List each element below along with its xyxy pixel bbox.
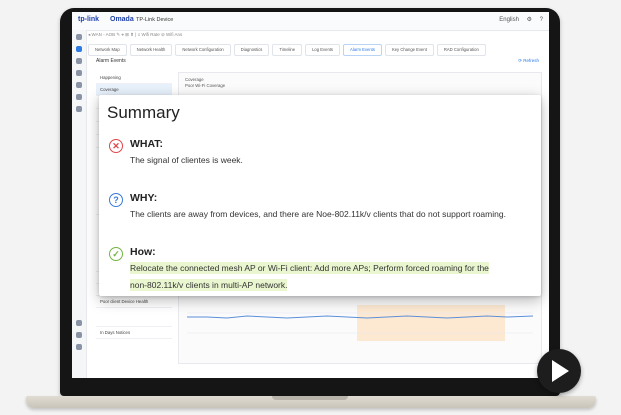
omada-logo: Omada: [110, 16, 134, 23]
list-item[interactable]: [96, 308, 172, 327]
tab-diagnostics[interactable]: Diagnostics: [233, 44, 270, 56]
topbar-actions: English ⚙ ?: [493, 16, 543, 23]
sidebar-user-icon[interactable]: [76, 332, 82, 338]
help-icon[interactable]: ?: [540, 17, 543, 23]
check-circle-icon: ✓: [109, 247, 123, 261]
tab-timeline[interactable]: Timeline: [272, 44, 303, 56]
device-selector[interactable]: TP-Link Device: [136, 17, 173, 23]
laptop-notch: [272, 396, 348, 400]
summary-title: Summary: [107, 103, 180, 122]
page-stage: tp-link Omada TP-Link Device English ⚙ ?…: [0, 0, 621, 415]
signal-trend-line: [187, 312, 533, 334]
panel-title: Alarm Events: [96, 58, 126, 64]
tab-key-change-event[interactable]: Key Change Event: [384, 44, 434, 56]
list-item[interactable]: In Days Notices: [96, 327, 172, 339]
tab-network-map[interactable]: Network Map: [88, 44, 127, 56]
tab-log-events[interactable]: Log Events: [305, 44, 341, 56]
sidebar-settings-icon[interactable]: [76, 344, 82, 350]
sidebar-clients-icon[interactable]: [76, 70, 82, 76]
tab-network-configuration[interactable]: Network Configuration: [175, 44, 231, 56]
question-circle-icon: ?: [109, 193, 123, 207]
sidebar-menu-icon[interactable]: [76, 34, 82, 40]
how-text-line-2: non-802.11k/v clients in multi-AP networ…: [130, 279, 288, 291]
app-topbar: tp-link Omada TP-Link Device English ⚙ ?: [72, 12, 549, 31]
sidebar-delete-icon[interactable]: [76, 320, 82, 326]
what-text: The signal of clientes is week.: [130, 155, 243, 165]
why-text: The clients are away from devices, and t…: [130, 209, 506, 219]
what-heading: WHAT:: [130, 138, 164, 150]
list-item[interactable]: Happening: [96, 72, 172, 84]
detail-label: Coverage Poor Wi-Fi Coverage: [185, 77, 225, 89]
how-heading: How:: [130, 246, 156, 258]
summary-card: Summary ✕ WHAT: The signal of clientes i…: [99, 95, 541, 296]
brand-logo: tp-link: [78, 16, 99, 23]
sidebar-statistics-icon[interactable]: [76, 82, 82, 88]
detail-subtitle: Poor Wi-Fi Coverage: [185, 83, 226, 88]
toolbar[interactable]: ◂ WAN - AOB ✎ ⌖ ⊞ ⬆ | ≡ Wifi Rate ⊘ Wifi…: [88, 32, 544, 42]
tab-network-health[interactable]: Network Health: [129, 44, 173, 56]
why-heading: WHY:: [130, 192, 158, 204]
sidebar-map-icon[interactable]: [76, 58, 82, 64]
gear-icon[interactable]: ⚙: [527, 17, 532, 23]
sidebar-devices-icon[interactable]: [76, 94, 82, 100]
laptop-screen: tp-link Omada TP-Link Device English ⚙ ?…: [72, 12, 549, 378]
tab-rad-configuration[interactable]: RAD Configuration: [436, 44, 486, 56]
list-item[interactable]: Poor client Device Health: [96, 296, 172, 308]
how-text-line-1: Relocate the connected mesh AP or Wi-Fi …: [130, 262, 489, 274]
sidebar-reports-icon[interactable]: [76, 106, 82, 112]
language-selector[interactable]: English: [499, 17, 519, 23]
play-icon[interactable]: [537, 349, 581, 393]
nav-sidebar: [72, 30, 87, 378]
tab-alarm-events[interactable]: Alarm Events: [343, 44, 382, 56]
x-circle-icon: ✕: [109, 139, 123, 153]
sidebar-insight-icon[interactable]: [76, 46, 82, 52]
tab-strip: Network Map Network Health Network Confi…: [88, 44, 544, 56]
how-text: Relocate the connected mesh AP or Wi-Fi …: [130, 260, 489, 294]
refresh-button[interactable]: ⟳ Refresh: [518, 58, 539, 64]
